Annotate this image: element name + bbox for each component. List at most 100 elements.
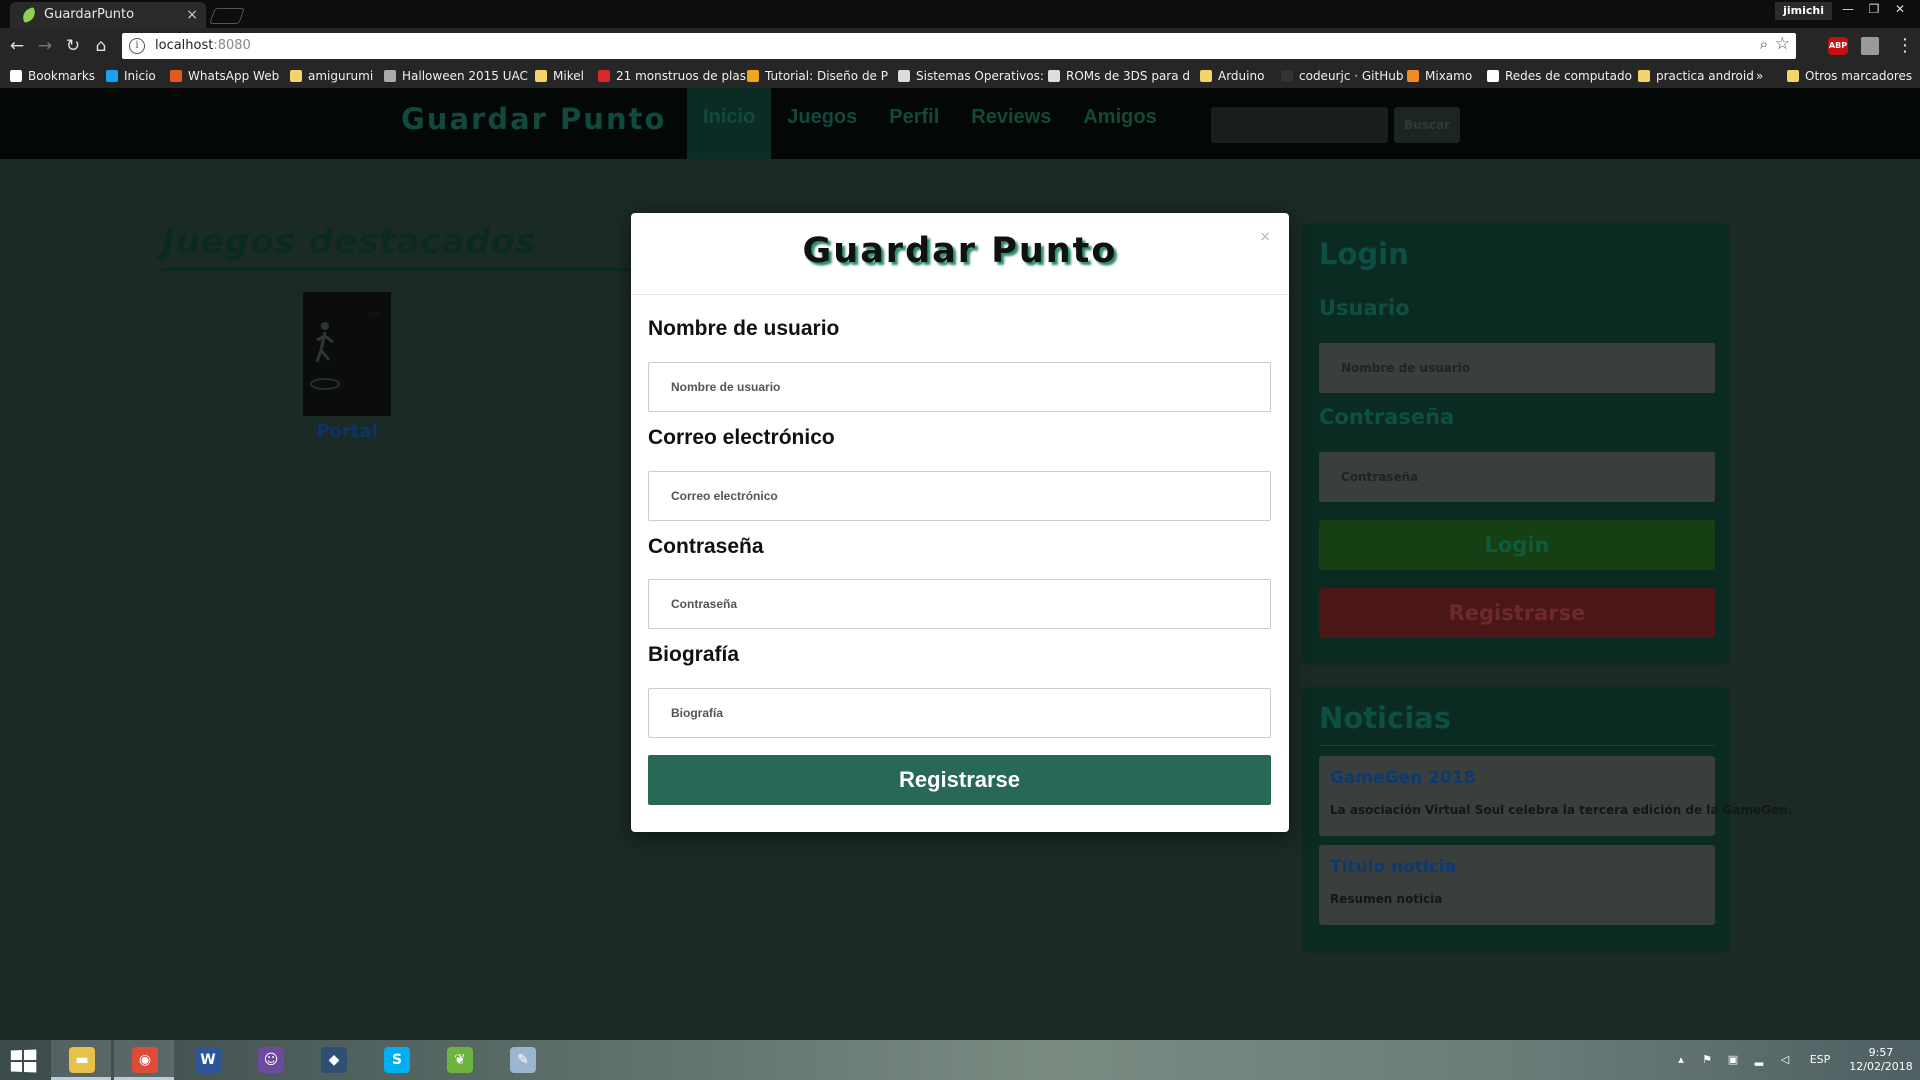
bookmark-item[interactable]: Halloween 2015 UAC bbox=[384, 64, 528, 88]
bookmark-item[interactable]: 21 monstruos de plas bbox=[598, 64, 746, 88]
login-user-label: Usuario bbox=[1319, 296, 1410, 320]
taskbar-app-word[interactable]: W bbox=[177, 1040, 237, 1080]
modal-close-icon[interactable]: × bbox=[1259, 229, 1271, 245]
browser-tab[interactable]: GuardarPunto × bbox=[10, 2, 206, 28]
bookmark-star-icon[interactable]: ☆ bbox=[1775, 34, 1790, 54]
bookmark-item[interactable]: Arduino bbox=[1200, 64, 1264, 88]
nav-amigos[interactable]: Amigos bbox=[1067, 88, 1172, 159]
paint-icon: ✎ bbox=[510, 1047, 536, 1073]
news-item-summary: La asociación Virtual Soul celebra la te… bbox=[1330, 803, 1793, 817]
address-bar[interactable]: i localhost:8080 ⌕ ☆ bbox=[122, 33, 1796, 59]
signal-icon[interactable]: ▂ bbox=[1752, 1054, 1766, 1066]
page-icon bbox=[384, 70, 396, 82]
news-item-title[interactable]: GameGen 2018 bbox=[1330, 768, 1476, 788]
bookmark-item[interactable]: codeurjc · GitHub bbox=[1281, 64, 1403, 88]
email-input[interactable]: Correo electrónico bbox=[648, 471, 1271, 521]
url-port: :8080 bbox=[213, 38, 251, 53]
taskbar-app-paint[interactable]: ✎ bbox=[492, 1040, 552, 1080]
reload-icon[interactable]: ↻ bbox=[62, 35, 84, 57]
new-tab-button[interactable] bbox=[209, 8, 245, 24]
bookmark-item[interactable]: Tutorial: Diseño de P bbox=[747, 64, 888, 88]
windows-start-icon[interactable] bbox=[10, 1049, 37, 1073]
login-button[interactable]: Login bbox=[1319, 520, 1715, 570]
window-controls: — ❐ ✕ bbox=[1836, 0, 1912, 18]
submit-register-button[interactable]: Registrarse bbox=[648, 755, 1271, 805]
clock[interactable]: 9:57 12/02/2018 bbox=[1842, 1046, 1920, 1074]
bookmark-item[interactable]: Bookmarks bbox=[10, 64, 95, 88]
svg-text:○○: ○○ bbox=[369, 311, 379, 318]
bookmark-item[interactable]: Redes de computado bbox=[1487, 64, 1632, 88]
bookmark-item[interactable]: practica android bbox=[1638, 64, 1754, 88]
bookmark-item[interactable]: Mixamo bbox=[1407, 64, 1472, 88]
bookmark-item[interactable]: Sistemas Operativos: bbox=[898, 64, 1044, 88]
nav-reviews[interactable]: Reviews bbox=[955, 88, 1067, 159]
taskbar-app-github-desktop[interactable]: ☺ bbox=[240, 1040, 300, 1080]
news-item[interactable]: Título noticia Resumen noticia bbox=[1319, 845, 1715, 925]
news-item-title[interactable]: Título noticia bbox=[1330, 857, 1456, 877]
adblock-icon[interactable]: ABP bbox=[1828, 37, 1848, 55]
site-search-input[interactable] bbox=[1211, 107, 1388, 143]
bio-input[interactable]: Biografía bbox=[648, 688, 1271, 738]
register-button[interactable]: Registrarse bbox=[1319, 588, 1715, 638]
profile-chip[interactable]: jimichi bbox=[1775, 2, 1832, 20]
site-search-button[interactable]: Buscar bbox=[1394, 107, 1460, 143]
bookmark-item[interactable]: Inicio bbox=[106, 64, 156, 88]
taskbar-app-file-explorer[interactable]: ▬ bbox=[51, 1040, 111, 1080]
mixamo-icon bbox=[1407, 70, 1419, 82]
page-icon bbox=[1048, 70, 1060, 82]
other-bookmarks[interactable]: Otros marcadores bbox=[1787, 64, 1912, 88]
bookmark-item[interactable]: WhatsApp Web bbox=[170, 64, 279, 88]
username-label: Nombre de usuario bbox=[648, 317, 840, 340]
site-brand[interactable]: Guardar Punto bbox=[401, 102, 666, 136]
flag-icon[interactable]: ⚑ bbox=[1700, 1054, 1714, 1066]
network-status-icon[interactable]: ▣ bbox=[1726, 1054, 1740, 1066]
bookmark-item[interactable]: amigurumi bbox=[290, 64, 373, 88]
nav-perfil[interactable]: Perfil bbox=[873, 88, 955, 159]
restore-icon[interactable]: ❐ bbox=[1862, 0, 1886, 18]
password-input[interactable]: Contraseña bbox=[648, 579, 1271, 629]
tab-close-icon[interactable]: × bbox=[186, 2, 198, 28]
page-icon bbox=[1487, 70, 1499, 82]
taskbar-app-skype[interactable]: S bbox=[366, 1040, 426, 1080]
tab-title: GuardarPunto bbox=[44, 7, 135, 22]
language-indicator[interactable]: ESP bbox=[1804, 1054, 1836, 1066]
zoom-icon[interactable]: ⌕ bbox=[1760, 35, 1768, 53]
forward-arrow-icon[interactable]: → bbox=[34, 35, 56, 57]
taskbar-app-chrome[interactable]: ◉ bbox=[114, 1040, 174, 1080]
home-icon[interactable]: ⌂ bbox=[90, 35, 112, 57]
nav-juegos[interactable]: Juegos bbox=[771, 88, 873, 159]
close-window-icon[interactable]: ✕ bbox=[1888, 0, 1912, 18]
page-icon bbox=[747, 70, 759, 82]
login-password-input[interactable]: Contraseña bbox=[1319, 452, 1715, 502]
email-label: Correo electrónico bbox=[648, 426, 835, 449]
game-title-portal[interactable]: Portal bbox=[303, 421, 391, 442]
bookmark-item[interactable]: Mikel bbox=[535, 64, 584, 88]
pdf-extension-icon[interactable] bbox=[1861, 37, 1879, 55]
username-input[interactable]: Nombre de usuario bbox=[648, 362, 1271, 412]
bookmark-label: Redes de computado bbox=[1505, 69, 1632, 83]
volume-icon[interactable]: ◁ bbox=[1778, 1054, 1792, 1066]
modal-title: Guardar Punto bbox=[802, 231, 1118, 271]
game-cover-portal[interactable]: ○○ bbox=[303, 292, 391, 416]
back-arrow-icon[interactable]: ← bbox=[6, 35, 28, 57]
spring-tool-suite-icon: ❦ bbox=[447, 1047, 473, 1073]
featured-divider bbox=[162, 268, 642, 271]
login-username-input[interactable]: Nombre de usuario bbox=[1319, 343, 1715, 393]
folder-icon bbox=[1200, 70, 1212, 82]
bookmark-item[interactable]: ROMs de 3DS para d bbox=[1048, 64, 1190, 88]
bookmark-label: Sistemas Operativos: bbox=[916, 69, 1044, 83]
bookmarks-overflow-icon[interactable]: » bbox=[1756, 64, 1763, 88]
taskbar-app-mysql-workbench[interactable]: ◆ bbox=[303, 1040, 363, 1080]
bookmark-label: Mixamo bbox=[1425, 69, 1473, 83]
taskbar-app-spring-tool-suite[interactable]: ❦ bbox=[429, 1040, 489, 1080]
site-info-icon[interactable]: i bbox=[129, 38, 145, 54]
minimize-icon[interactable]: — bbox=[1836, 0, 1860, 18]
github-icon bbox=[1281, 70, 1293, 82]
menu-icon[interactable]: ⋮ bbox=[1896, 33, 1914, 59]
tray-expand-icon[interactable]: ▴ bbox=[1674, 1054, 1688, 1066]
login-pass-label: Contraseña bbox=[1319, 405, 1455, 429]
news-item[interactable]: GameGen 2018 La asociación Virtual Soul … bbox=[1319, 756, 1792, 836]
bookmark-label: practica android bbox=[1656, 69, 1754, 83]
nav-inicio[interactable]: Inicio bbox=[687, 88, 772, 159]
site-navbar: Guardar Punto Inicio Juegos Perfil Revie… bbox=[0, 88, 1920, 159]
